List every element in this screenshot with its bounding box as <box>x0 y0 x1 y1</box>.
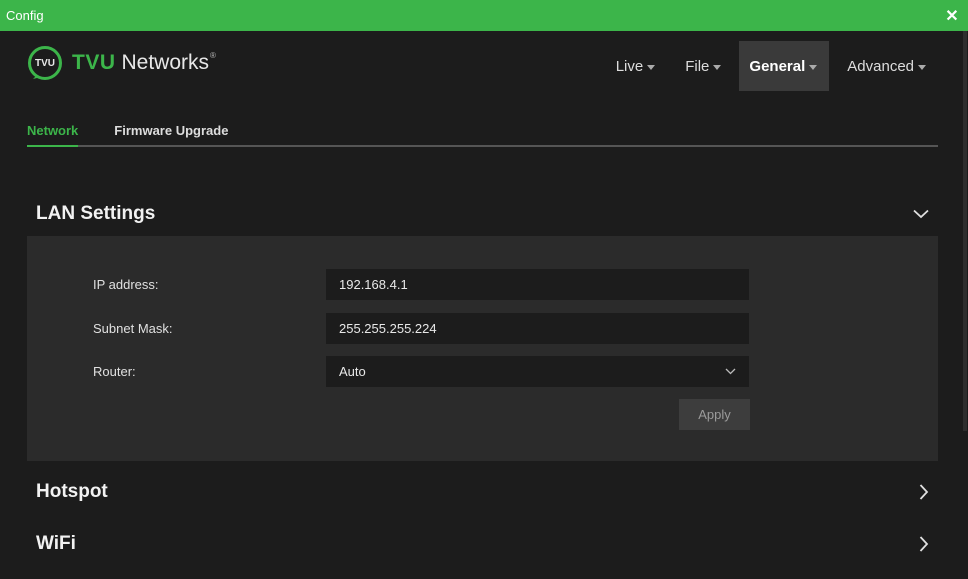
chevron-right-icon <box>919 484 929 500</box>
lan-settings-panel: IP address: 192.168.4.1 Subnet Mask: 255… <box>27 236 938 461</box>
tab-firmware-upgrade[interactable]: Firmware Upgrade <box>114 118 228 145</box>
chevron-down-icon <box>913 209 929 219</box>
scrollbar-thumb[interactable] <box>963 31 967 431</box>
ip-address-input[interactable]: 192.168.4.1 <box>326 269 749 300</box>
section-title: LAN Settings <box>36 203 156 224</box>
chevron-right-icon <box>919 536 929 552</box>
caret-down-icon <box>918 65 926 70</box>
caret-down-icon <box>809 65 818 70</box>
chevron-down-icon <box>725 368 736 375</box>
subnet-mask-row: Subnet Mask: 255.255.255.224 <box>93 313 749 344</box>
subnet-mask-value: 255.255.255.224 <box>339 321 437 336</box>
apply-button[interactable]: Apply <box>679 399 750 430</box>
section-title: Hotspot <box>36 481 108 502</box>
router-label: Router: <box>93 364 136 379</box>
brand-logo: TVU TVU Networks® <box>27 45 216 81</box>
ip-address-value: 192.168.4.1 <box>339 277 408 292</box>
close-icon[interactable]: ✕ <box>942 6 962 26</box>
section-title: WiFi <box>36 533 76 554</box>
caret-down-icon <box>713 65 722 70</box>
subnet-mask-label: Subnet Mask: <box>93 321 173 336</box>
window-titlebar: Config ✕ <box>0 0 968 31</box>
ip-address-row: IP address: 192.168.4.1 <box>93 269 749 300</box>
nav-item-file[interactable]: File <box>673 41 733 91</box>
main-nav: Live File General Advanced <box>598 41 938 91</box>
scrollbar[interactable] <box>962 31 968 579</box>
nav-item-label: Live <box>615 57 644 75</box>
lan-settings-header[interactable]: LAN Settings <box>27 192 938 236</box>
subnet-mask-input[interactable]: 255.255.255.224 <box>326 313 749 344</box>
caret-down-icon <box>647 65 656 70</box>
router-value: Auto <box>339 364 366 379</box>
brand-name-primary: TVU <box>72 51 116 74</box>
nav-item-general[interactable]: General <box>739 41 830 91</box>
nav-item-label: File <box>685 57 710 75</box>
ip-address-label: IP address: <box>93 277 159 292</box>
trademark-mark: ® <box>210 51 216 60</box>
brand-name-secondary-text: Networks <box>121 51 210 74</box>
tab-network[interactable]: Network <box>27 118 79 147</box>
hotspot-header[interactable]: Hotspot <box>27 470 938 514</box>
router-row: Router: Auto <box>93 356 749 387</box>
router-select[interactable]: Auto <box>326 356 749 387</box>
nav-item-advanced[interactable]: Advanced <box>835 41 938 91</box>
wifi-header[interactable]: WiFi <box>27 522 938 566</box>
logo-text: TVU <box>35 58 55 69</box>
tvu-logo-icon: TVU <box>28 46 62 80</box>
nav-item-live[interactable]: Live <box>604 41 668 91</box>
settings-tabs: Network Firmware Upgrade <box>27 118 938 147</box>
app-header: TVU TVU Networks® Live File General Adva… <box>0 31 968 101</box>
nav-item-label: General <box>749 57 806 75</box>
brand-name-secondary: Networks® <box>122 51 216 75</box>
nav-item-label: Advanced <box>847 57 914 75</box>
window-title: Config <box>6 8 44 23</box>
